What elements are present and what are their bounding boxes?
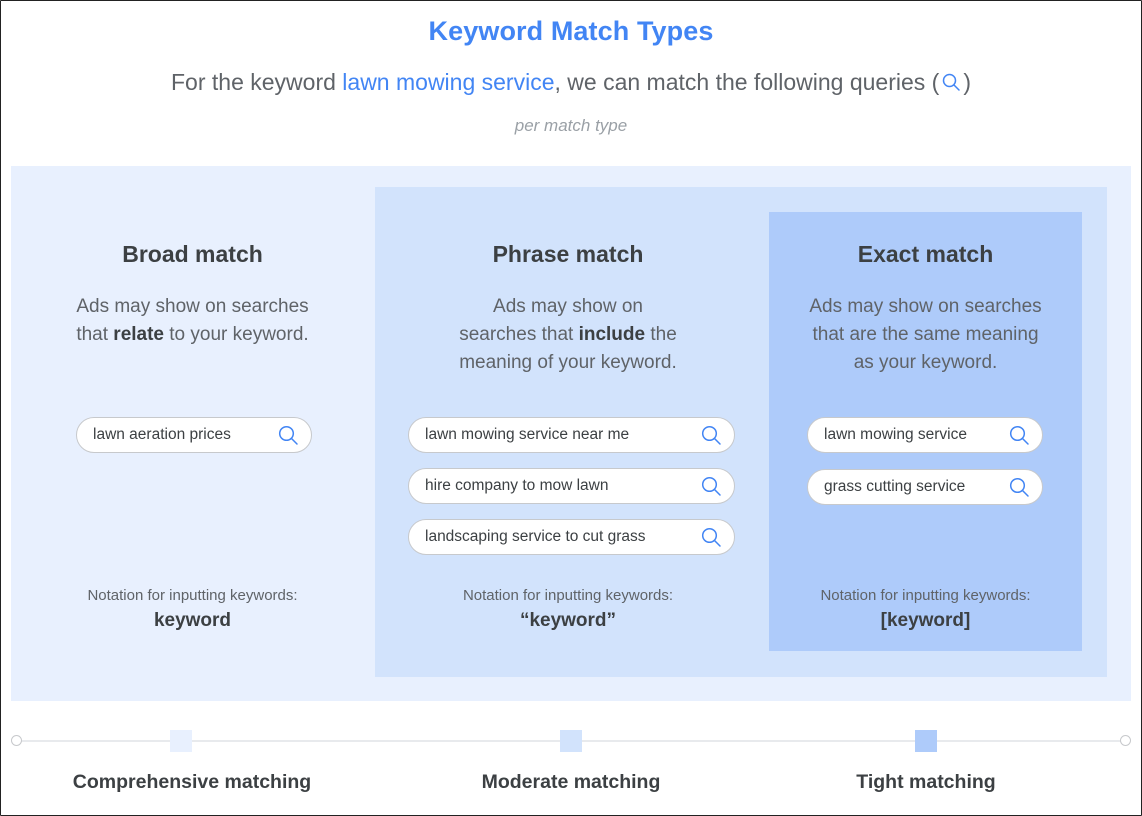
exact-notation-label: Notation for inputting keywords:: [820, 587, 1031, 604]
scale-start-dot: [11, 735, 22, 746]
description-text: that are the same meaning: [812, 324, 1039, 345]
description-text: Ads may show on: [493, 296, 643, 317]
phrase-notation-value: “keyword”: [519, 610, 617, 631]
scale-marker-phrase: [560, 730, 582, 752]
description-line: Ads may show on: [398, 293, 738, 321]
phrase-notation-label: Notation for inputting keywords:: [462, 587, 674, 604]
search-query-pill[interactable]: grass cutting service: [807, 469, 1043, 505]
search-query-text: lawn mowing service: [824, 426, 967, 443]
description-text: as your keyword.: [853, 352, 998, 373]
broad-notation-label: Notation for inputting keywords:: [87, 587, 298, 604]
search-query-pill[interactable]: hire company to mow lawn: [408, 468, 735, 504]
description-line: that are the same meaning: [769, 321, 1082, 349]
phrase-match-column: Phrase match Ads may show on searches tha…: [398, 0, 738, 816]
broad-match-title: Broad match: [122, 241, 263, 267]
scale-label-moderate: Moderate matching: [481, 771, 661, 793]
description-emphasis: relate: [113, 324, 164, 345]
search-icon[interactable]: [277, 424, 299, 446]
search-icon[interactable]: [700, 475, 722, 497]
broad-match-column: Broad match Ads may show on searches that…: [30, 0, 355, 816]
description-emphasis: include: [578, 324, 646, 345]
description-text: that: [76, 324, 114, 345]
exact-match-column: Exact match Ads may show on searches that…: [769, 0, 1082, 816]
description-text: Ads may show on searches: [76, 296, 309, 317]
broad-match-description: Ads may show on searches that relate to y…: [30, 293, 355, 349]
scale-marker-broad: [170, 730, 192, 752]
description-text: to your keyword.: [164, 324, 309, 345]
exact-match-title: Exact match: [857, 241, 994, 267]
description-line: Ads may show on searches: [30, 293, 355, 321]
search-query-text: lawn mowing service near me: [425, 426, 630, 443]
description-line: meaning of your keyword.: [398, 349, 738, 377]
description-line: that relate to your keyword.: [30, 321, 355, 349]
search-query-pill[interactable]: lawn mowing service near me: [408, 417, 735, 453]
search-query-pill[interactable]: landscaping service to cut grass: [408, 519, 735, 555]
search-query-text: lawn aeration prices: [93, 426, 231, 443]
phrase-match-title: Phrase match: [492, 241, 644, 267]
scale-marker-exact: [915, 730, 937, 752]
search-icon[interactable]: [700, 424, 722, 446]
scale-end-dot: [1120, 735, 1131, 746]
search-query-pill[interactable]: lawn aeration prices: [76, 417, 312, 453]
description-text: meaning of your keyword.: [459, 352, 677, 373]
exact-match-description: Ads may show on searches that are the sam…: [769, 293, 1082, 377]
exact-notation-value: [keyword]: [880, 610, 971, 631]
search-query-text: hire company to mow lawn: [425, 477, 609, 494]
search-query-text: landscaping service to cut grass: [425, 528, 646, 545]
broad-notation-value: keyword: [153, 610, 232, 631]
scale-label-tight: Tight matching: [856, 771, 996, 793]
description-line: as your keyword.: [769, 349, 1082, 377]
description-line: Ads may show on searches: [769, 293, 1082, 321]
search-icon[interactable]: [1008, 476, 1030, 498]
search-icon[interactable]: [1008, 424, 1030, 446]
search-query-text: grass cutting service: [824, 478, 966, 495]
scale-label-comprehensive: Comprehensive matching: [72, 771, 312, 793]
search-query-pill[interactable]: lawn mowing service: [807, 417, 1043, 453]
description-text: searches that: [459, 324, 579, 345]
phrase-match-description: Ads may show on searches that include the…: [398, 293, 738, 377]
description-text: Ads may show on searches: [809, 296, 1042, 317]
description-text: the: [645, 324, 677, 345]
description-line: searches that include the: [398, 321, 738, 349]
search-icon[interactable]: [700, 526, 722, 548]
